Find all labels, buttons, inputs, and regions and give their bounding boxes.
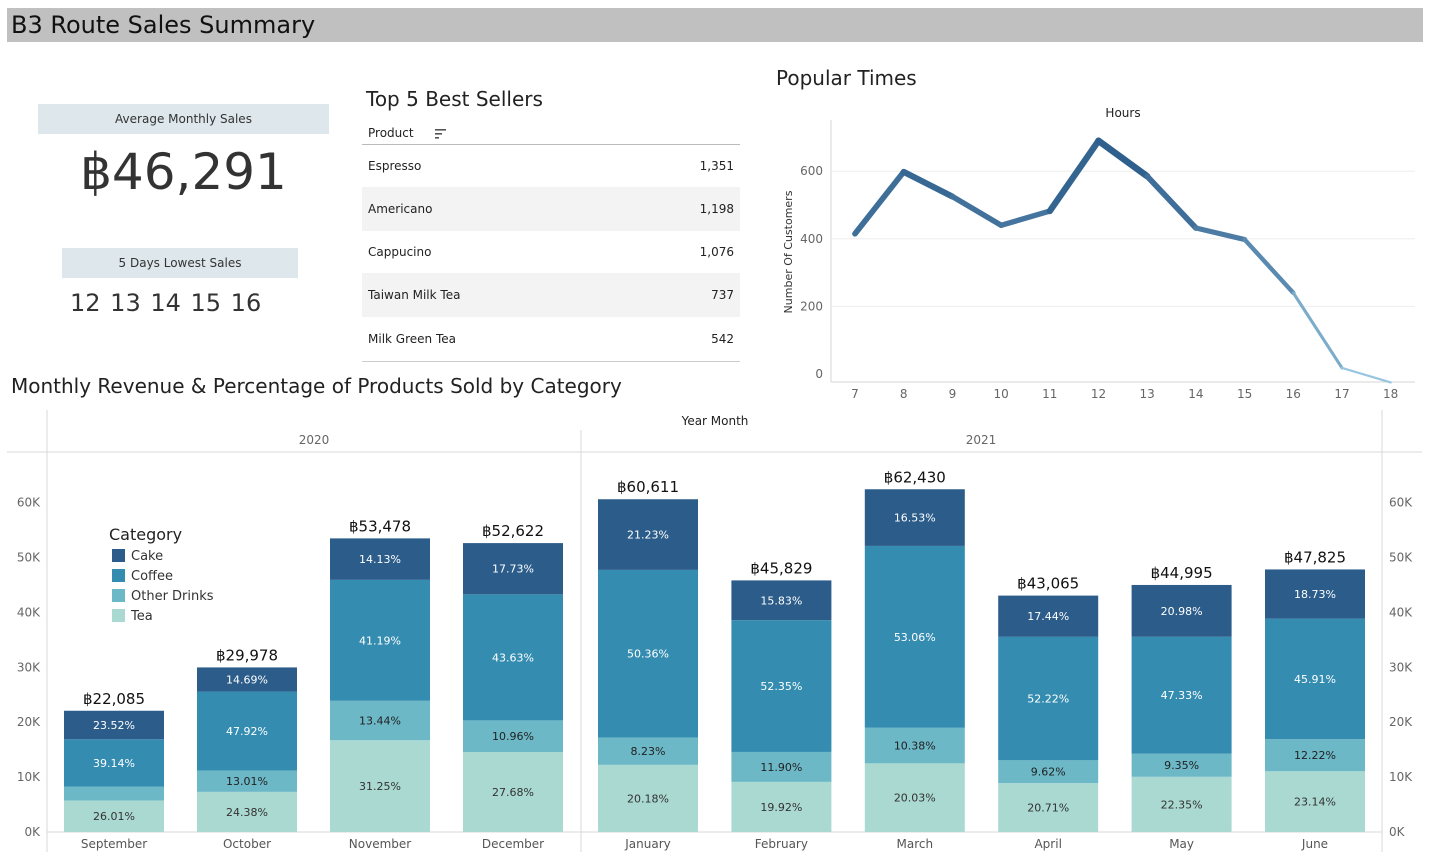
legend-label: Coffee [131,569,173,584]
y-tick-label: 30K [1389,660,1413,674]
data-label: 14.13% [359,553,401,566]
y-tick-label: 20K [1389,715,1413,729]
data-label: 45.91% [1294,673,1336,686]
data-label: 41.19% [359,634,401,647]
data-label: 17.44% [1027,610,1069,623]
data-label: 39.14% [93,757,135,770]
data-label: 31.25% [359,780,401,793]
data-label: 20.03% [894,792,936,805]
data-label: 18.73% [1294,588,1336,601]
data-label: 22.35% [1161,798,1203,811]
data-label: 10.96% [492,730,534,743]
data-label: 12.22% [1294,749,1336,762]
y-tick-label: 10K [17,770,41,784]
data-label: 53.06% [894,631,936,644]
data-label: 9.35% [1164,759,1199,772]
x-tick-label: November [349,837,411,851]
data-label: 43.63% [492,651,534,664]
y-tick-label: 60K [1389,496,1413,510]
monthly-revenue-chart: Year Month 2020 2021 0K 0K 10K 10K 20K 20K 30K 30K… [7,410,1422,852]
x-tick-label: June [1301,837,1328,851]
data-label: 23.14% [1294,796,1336,809]
y-tick-label: 50K [1389,551,1413,565]
y-tick-label: 0K [1389,825,1406,839]
total-label: ฿53,478 [349,517,411,535]
bar-segment [64,786,164,801]
total-label: ฿60,611 [617,478,679,496]
data-label: 15.83% [760,594,802,607]
y-tick-label: 50K [17,551,41,565]
x-tick-label: May [1169,837,1194,851]
legend-swatch [112,569,125,582]
legend-label: Cake [131,549,163,564]
group-label: 2021 [966,433,997,447]
x-tick-label: October [223,837,271,851]
total-label: ฿52,622 [482,522,544,540]
data-label: 20.98% [1161,605,1203,618]
x-tick-label: January [624,837,671,851]
data-label: 21.23% [627,529,669,542]
data-label: 47.92% [226,725,268,738]
total-label: ฿62,430 [884,468,946,486]
legend-swatch [112,589,125,602]
legend-label: Other Drinks [131,589,214,604]
legend-swatch [112,609,125,622]
data-label: 19.92% [760,801,802,814]
y-tick-label: 60K [17,496,41,510]
legend-swatch [112,549,125,562]
y-tick-label: 0K [24,825,41,839]
legend-title: Category [109,525,182,544]
x-tick-label: February [755,837,808,851]
data-label: 8.23% [631,745,666,758]
data-label: 10.38% [894,740,936,753]
data-label: 11.90% [760,761,802,774]
data-label: 20.18% [627,792,669,805]
data-label: 23.52% [93,719,135,732]
x-tick-label: April [1034,837,1061,851]
data-label: 14.69% [226,674,268,687]
total-label: ฿29,978 [216,646,278,664]
data-label: 50.36% [627,648,669,661]
x-tick-label: March [897,837,934,851]
data-label: 26.01% [93,810,135,823]
total-label: ฿43,065 [1017,575,1079,593]
total-label: ฿22,085 [83,690,145,708]
y-tick-label: 10K [1389,770,1413,784]
legend-label: Tea [130,609,153,624]
x-tick-label: September [81,837,147,851]
data-label: 13.44% [359,715,401,728]
x-tick-label: December [482,837,544,851]
y-tick-label: 20K [17,715,41,729]
y-tick-label: 40K [1389,605,1413,619]
y-tick-label: 40K [17,605,41,619]
y-tick-label: 30K [17,660,41,674]
data-label: 47.33% [1161,689,1203,702]
data-label: 20.71% [1027,802,1069,815]
data-label: 16.53% [894,512,936,525]
total-label: ฿45,829 [750,559,812,577]
column-header: Year Month [681,414,749,428]
data-label: 13.01% [226,775,268,788]
data-label: 52.35% [760,680,802,693]
total-label: ฿47,825 [1284,548,1346,566]
data-label: 24.38% [226,806,268,819]
data-label: 17.73% [492,563,534,576]
data-label: 27.68% [492,786,534,799]
data-label: 52.22% [1027,693,1069,706]
data-label: 9.62% [1031,766,1066,779]
total-label: ฿44,995 [1151,564,1213,582]
group-label: 2020 [299,433,330,447]
